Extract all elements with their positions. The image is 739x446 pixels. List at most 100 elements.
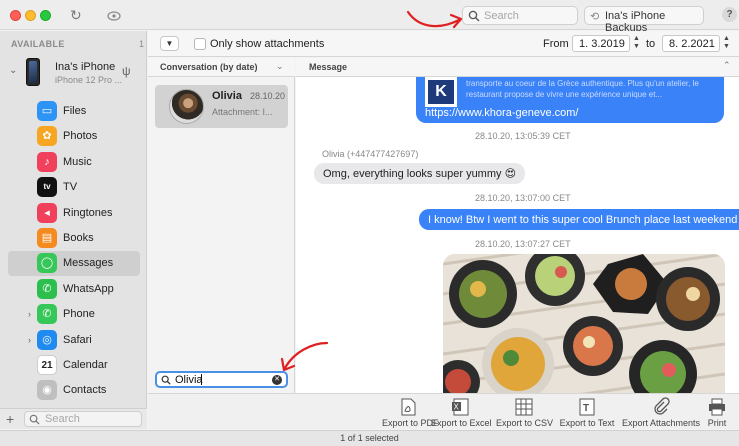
messages-toolbar: ▼ Only show attachments From 1. 3.2019 ▲… [148,31,739,57]
text-icon: T [579,398,595,416]
link-preview-bubble[interactable]: transporte au coeur de la Grèce authenti… [416,77,724,123]
sidebar-item-safari[interactable]: › ◎ Safari [8,328,140,353]
pdf-icon [401,398,416,416]
sidebar-item-label: Safari [63,333,92,346]
sidebar-search-field[interactable]: Search [24,411,142,427]
sidebar-item-label: Phone [63,308,95,321]
message-header-label: Message [309,62,348,72]
export-csv-label: Export to CSV [496,418,554,428]
conversation-name: Olivia [212,90,242,102]
filter-dropdown-button[interactable]: ▼ [160,36,179,51]
app-window: ↻ Search ⟲ Ina's iPhone Backups ? AVAILA… [0,0,739,446]
sidebar-item-music[interactable]: ♪ Music [8,150,140,175]
export-attachments-label: Export Attachments [622,418,701,428]
only-attachments-checkbox[interactable] [194,38,206,50]
history-icon: ⟲ [590,11,600,23]
sidebar-section-count: 1 [139,39,145,49]
sidebar-item-messages[interactable]: ◯ Messages [8,251,140,277]
csv-icon [515,398,533,416]
sidebar-item-calendar[interactable]: 21 Calendar [8,353,140,378]
calendar-icon: 21 [37,355,57,375]
export-attachments-button[interactable]: Export Attachments [622,397,700,428]
phone-icon: ✆ [37,304,57,325]
print-label: Print [707,418,727,428]
backups-button[interactable]: ⟲ Ina's iPhone Backups [584,6,704,34]
usb-icon: ψ [122,64,131,78]
chevron-down-icon: ⌄ [276,61,284,71]
conversation-column-header[interactable]: Conversation (by date) ⌄ [148,58,295,77]
sidebar-item-phone[interactable]: › ✆ Phone [8,302,140,327]
conversation-header-label: Conversation (by date) [160,62,258,72]
chevron-down-icon[interactable]: ⌄ [9,65,17,76]
device-row[interactable]: ⌄ Ina's iPhone iPhone 12 Pro ... ψ [0,56,147,92]
add-icon[interactable]: + [6,411,14,427]
link-preview-description: transporte au coeur de la Grèce authenti… [466,79,699,99]
sidebar-item-photos[interactable]: ✿ Photos [8,124,140,149]
ringtones-icon: ◂ [37,202,57,223]
conversation-preview: Attachment: I... [212,107,273,117]
sidebar-item-label: Books [63,232,94,244]
help-button[interactable]: ? [722,7,737,22]
sidebar-item-label: Calendar [63,359,108,371]
chevron-right-icon[interactable]: › [28,309,31,319]
sidebar-item-books[interactable]: ▤ Books [8,226,140,251]
sidebar-item-label: Contacts [63,384,107,397]
sidebar-item-files[interactable]: ▭ Files [8,99,140,124]
export-excel-label: Export to Excel [431,418,492,428]
from-date-stepper[interactable]: ▲ ▼ [632,35,641,52]
tv-icon: tv [37,177,57,198]
to-date-stepper[interactable]: ▲ ▼ [722,35,731,52]
zoom-window-button[interactable] [40,10,51,21]
conversation-item[interactable]: Olivia 28.10.20 Attachment: I... [155,85,288,128]
export-text-button[interactable]: T Export to Text [559,397,615,428]
export-pdf-label: Export to PDF [382,418,439,428]
conversation-search-value: Olivia [175,374,203,386]
export-pdf-button[interactable]: Export to PDF [382,397,439,428]
sidebar-item-label: TV [63,181,78,194]
to-label: to [646,38,656,50]
link-preview-url[interactable]: https://www.khora-geneve.com/ [425,107,578,119]
from-label: From [543,38,569,50]
search-icon [468,10,480,22]
device-name: Ina's iPhone [55,61,116,73]
minimize-window-button[interactable] [25,10,36,21]
whatsapp-icon: ✆ [37,278,57,299]
sidebar-item-contacts[interactable]: ◉ Contacts [8,378,140,403]
music-icon: ♪ [37,151,57,172]
incoming-message-bubble[interactable]: Omg, everything looks super yummy 😍 [314,163,526,184]
sidebar-item-tv[interactable]: tv TV [8,175,140,200]
sidebar-item-label: Ringtones [63,206,113,219]
brunch-photo-attachment[interactable] [443,254,725,393]
conversation-date: 28.10.20 [250,91,286,101]
refresh-icon[interactable]: ↻ [70,7,82,24]
conversation-list: Conversation (by date) ⌄ Olivia 28.10.20… [148,58,295,393]
messages-icon: ◯ [37,253,57,274]
export-excel-button[interactable]: X Export to Excel [431,397,492,428]
sidebar-item-label: Music [63,155,92,168]
print-button[interactable]: Print [704,397,730,428]
device-model: iPhone 12 Pro ... [55,75,123,85]
folder-icon: ▭ [37,101,57,121]
khora-logo-icon [425,77,457,107]
photos-icon: ✿ [37,126,57,147]
chevron-right-icon[interactable]: › [28,335,31,345]
sidebar-item-whatsapp[interactable]: ✆ WhatsApp [8,277,140,302]
sidebar-item-label: WhatsApp [63,282,114,295]
clear-search-icon[interactable]: ✕ [272,375,282,385]
export-toolbar: Export to PDF X Export to Excel Export t… [148,393,739,429]
conversation-search-input[interactable]: Olivia ✕ [155,371,288,388]
only-attachments-label: Only show attachments [210,38,325,50]
close-window-button[interactable] [10,10,21,21]
books-icon: ▤ [37,228,57,248]
to-date-field[interactable]: 8. 2.2021 [662,35,720,52]
eye-icon[interactable] [107,8,121,24]
toolbar-search-field[interactable]: Search [462,6,578,25]
search-icon [161,375,171,385]
message-column-header[interactable]: Message ⌃ [296,58,739,77]
export-csv-button[interactable]: Export to CSV [496,397,554,428]
from-date-field[interactable]: 1. 3.2019 [572,35,630,52]
outgoing-message-bubble[interactable]: I know! Btw I went to this super cool Br… [419,209,739,230]
sidebar-item-ringtones[interactable]: ◂ Ringtones [8,201,140,226]
chevron-down-icon: ▼ [165,39,174,48]
svg-text:T: T [583,403,589,414]
